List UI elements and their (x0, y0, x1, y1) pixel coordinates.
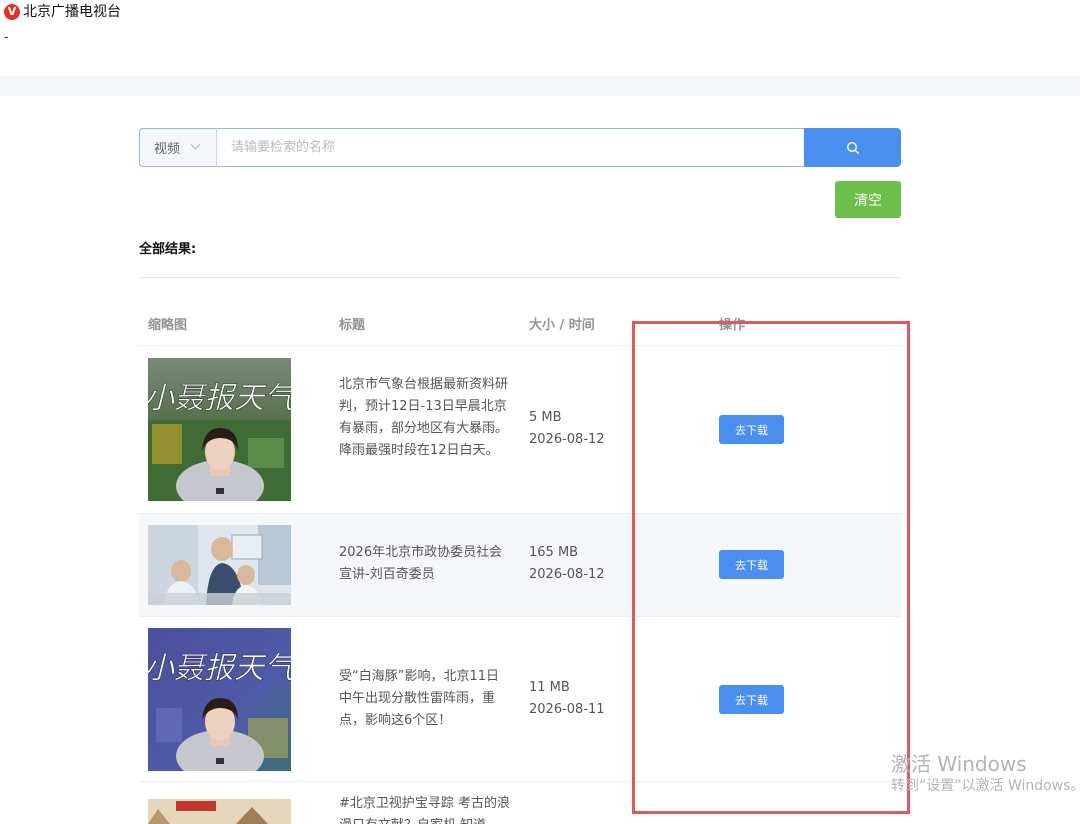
table-row: 2026年北京市政协委员社会宣讲-刘百奇委员 165 MB 2026-08-12… (139, 514, 901, 617)
table-row: #北京卫视护宝寻踪 考古的浪漫只有文献？自家机 知道 (139, 782, 901, 824)
download-button[interactable]: 去下载 (719, 415, 784, 444)
file-size: 11 MB (529, 680, 570, 695)
table-row: 小聂报天气 北京市气象台根据最新资料研判，预计12日-13日早晨北京有暴雨，部分… (139, 347, 901, 514)
thumbnail[interactable]: 小聂报天气 (148, 358, 291, 501)
column-header-title: 标题 (339, 318, 366, 333)
chevron-down-icon (190, 139, 201, 150)
row-title[interactable]: 北京市气象台根据最新资料研判，预计12日-13日早晨北京有暴雨，部分地区有大暴雨… (339, 374, 511, 462)
windows-activation-watermark: 激活 Windows 转到“设置”以激活 Windows。 (891, 752, 1080, 796)
watermark-line-1: 激活 Windows (891, 752, 1027, 776)
publish-date: 2026-08-12 (529, 567, 605, 582)
publish-date: 2026-08-12 (529, 432, 605, 447)
row-size-time: 165 MB 2026-08-12 (529, 542, 605, 586)
search-icon (846, 141, 859, 154)
header-dash: - (4, 30, 9, 44)
download-button[interactable]: 去下载 (719, 685, 784, 714)
row-title[interactable]: 受“白海豚”影响，北京11日中午出现分散性雷阵雨，重点，影响这6个区！ (339, 666, 511, 732)
site-name: 北京广播电视台 (23, 4, 121, 20)
thumbnail[interactable] (148, 799, 291, 824)
column-header-thumbnail: 缩略图 (148, 318, 188, 333)
search-button[interactable] (804, 128, 901, 167)
logo-v-icon: V (4, 4, 20, 20)
results-divider (139, 277, 901, 278)
column-header-action: 操作 (719, 318, 746, 333)
weather-thumbnail-image: 小聂报天气 (148, 358, 291, 501)
top-bar: V 北京广播电视台 - (0, 0, 1080, 76)
search-input[interactable] (216, 128, 804, 167)
table-row: 小聂报天气 受“白海豚”影响，北京11日中午出现分散性雷阵雨，重点，影响这6个区… (139, 617, 901, 782)
clear-button[interactable]: 清空 (835, 181, 901, 218)
publish-date: 2026-08-11 (529, 702, 605, 717)
column-header-size-time: 大小 / 时间 (529, 318, 595, 333)
table-header: 缩略图 标题 大小 / 时间 操作 (139, 300, 901, 346)
thumbnail-caption: 小聂报天气 (148, 651, 291, 686)
row-size-time: 5 MB 2026-08-12 (529, 407, 605, 451)
thumbnail[interactable]: 小聂报天气 (148, 628, 291, 771)
search-bar: 视频 (139, 128, 901, 167)
download-button[interactable]: 去下载 (719, 550, 784, 579)
header-divider-band (0, 76, 1080, 96)
file-size: 165 MB (529, 545, 579, 560)
search-type-value: 视频 (154, 142, 181, 157)
weather-thumbnail-image: 小聂报天气 (148, 628, 291, 771)
watermark-line-2: 转到“设置”以激活 Windows。 (891, 778, 1080, 794)
row-title[interactable]: #北京卫视护宝寻踪 考古的浪漫只有文献？自家机 知道 (339, 793, 511, 824)
results-heading: 全部结果: (139, 242, 197, 257)
news-thumbnail-image (148, 799, 291, 824)
file-size: 5 MB (529, 410, 562, 425)
thumbnail[interactable] (148, 525, 291, 605)
search-type-select[interactable]: 视频 (139, 128, 216, 167)
row-size-time: 11 MB 2026-08-11 (529, 677, 605, 721)
thumbnail-caption: 小聂报天气 (148, 381, 291, 416)
row-title[interactable]: 2026年北京市政协委员社会宣讲-刘百奇委员 (339, 542, 511, 586)
site-logo[interactable]: V 北京广播电视台 (4, 3, 121, 21)
meeting-thumbnail-image (148, 525, 291, 605)
